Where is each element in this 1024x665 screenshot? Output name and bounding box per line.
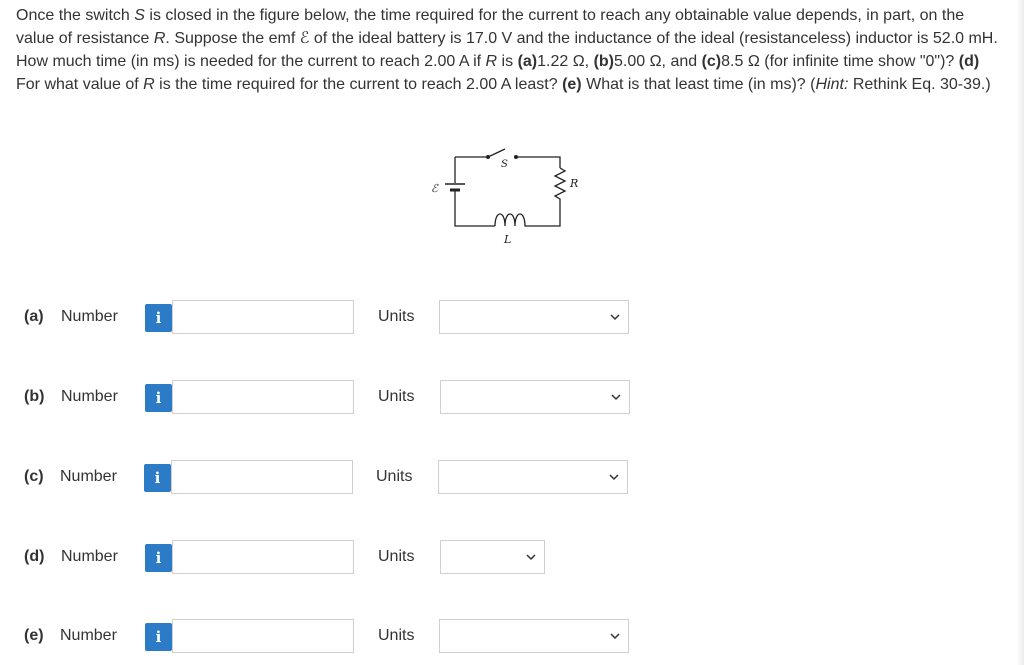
units-select-b[interactable] [440,380,630,414]
units-select-a[interactable] [439,300,629,334]
answer-row-d: (d) Number i Units [0,540,1024,576]
part-label: (a) [24,308,44,325]
number-input-c[interactable] [171,460,353,494]
chevron-down-icon [610,633,620,640]
number-label: Number [61,548,118,565]
chevron-down-icon [609,474,619,481]
info-icon[interactable]: i [145,544,172,572]
answer-row-e: (e) Number i Units [0,619,1024,655]
units-select-c[interactable] [438,460,628,494]
resistor-label: R [569,177,578,190]
number-input-b[interactable] [172,380,354,414]
switch-label: S [501,159,508,170]
units-label: Units [378,388,415,405]
info-icon[interactable]: i [145,304,172,332]
units-select-d[interactable] [440,540,545,574]
answer-row-c: (c) Number i Units [0,460,1024,496]
info-icon[interactable]: i [145,384,172,412]
units-label: Units [378,308,415,325]
info-icon[interactable]: i [144,464,171,492]
units-label: Units [378,548,415,565]
chevron-down-icon [526,554,536,561]
number-input-a[interactable] [172,300,354,334]
units-label: Units [376,468,413,485]
units-label: Units [378,627,415,644]
part-label: (e) [24,627,44,644]
emf-label: ℰ [431,182,439,195]
part-label: (d) [24,548,45,565]
number-label: Number [61,308,118,325]
part-label: (c) [24,468,44,485]
number-label: Number [61,388,118,405]
info-icon[interactable]: i [145,623,172,651]
number-input-e[interactable] [172,619,354,653]
inductor-label: L [503,233,511,246]
chevron-down-icon [610,314,620,321]
part-label: (b) [24,388,45,405]
chevron-down-icon [611,394,621,401]
number-input-d[interactable] [172,540,354,574]
number-label: Number [60,468,117,485]
question-text: Once the switch S is closed in the figur… [16,7,998,93]
units-select-e[interactable] [439,619,629,653]
circuit-figure: ℰ S R L [425,140,605,255]
number-label: Number [60,627,117,644]
answer-row-b: (b) Number i Units [0,380,1024,416]
answer-row-a: (a) Number i Units [0,300,1024,336]
